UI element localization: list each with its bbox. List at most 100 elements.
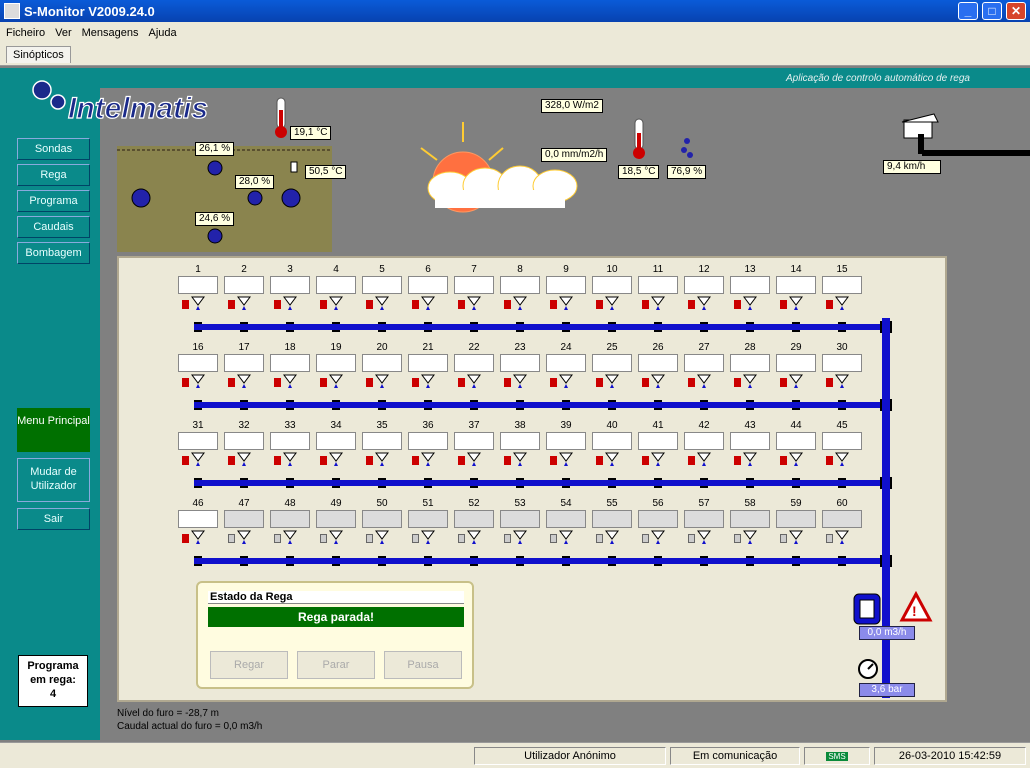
valve-icon[interactable] <box>743 296 757 310</box>
valve-icon[interactable] <box>467 374 481 388</box>
tab-sinopticos[interactable]: Sinópticos <box>6 46 71 63</box>
valve-icon[interactable] <box>283 296 297 310</box>
valve-icon[interactable] <box>743 452 757 466</box>
close-button[interactable]: ✕ <box>1006 2 1026 20</box>
sector-box[interactable] <box>822 276 862 294</box>
sector-box[interactable] <box>270 276 310 294</box>
sector-box[interactable] <box>500 510 540 528</box>
valve-icon[interactable] <box>237 296 251 310</box>
sidebar-item-sondas[interactable]: Sondas <box>17 138 90 160</box>
valve-icon[interactable] <box>651 452 665 466</box>
sector-box[interactable] <box>546 432 586 450</box>
sair-button[interactable]: Sair <box>17 508 90 530</box>
sector-box[interactable] <box>592 276 632 294</box>
minimize-button[interactable]: _ <box>958 2 978 20</box>
menu-ajuda[interactable]: Ajuda <box>149 27 177 39</box>
sector-box[interactable] <box>178 276 218 294</box>
valve-icon[interactable] <box>559 374 573 388</box>
valve-icon[interactable] <box>697 374 711 388</box>
menu-mensagens[interactable]: Mensagens <box>82 27 139 39</box>
valve-icon[interactable] <box>329 374 343 388</box>
valve-icon[interactable] <box>467 530 481 544</box>
valve-icon[interactable] <box>421 530 435 544</box>
valve-icon[interactable] <box>421 374 435 388</box>
sector-box[interactable] <box>316 510 356 528</box>
valve-icon[interactable] <box>835 530 849 544</box>
sector-box[interactable] <box>776 276 816 294</box>
valve-icon[interactable] <box>559 452 573 466</box>
sector-box[interactable] <box>408 510 448 528</box>
menu-ficheiro[interactable]: Ficheiro <box>6 27 45 39</box>
sector-box[interactable] <box>408 276 448 294</box>
valve-icon[interactable] <box>191 374 205 388</box>
valve-icon[interactable] <box>651 296 665 310</box>
valve-icon[interactable] <box>375 452 389 466</box>
sector-box[interactable] <box>776 510 816 528</box>
sector-box[interactable] <box>730 276 770 294</box>
sector-box[interactable] <box>362 354 402 372</box>
sector-box[interactable] <box>408 432 448 450</box>
sector-box[interactable] <box>638 432 678 450</box>
valve-icon[interactable] <box>513 452 527 466</box>
sector-box[interactable] <box>592 432 632 450</box>
sector-box[interactable] <box>270 354 310 372</box>
valve-icon[interactable] <box>835 296 849 310</box>
mudar-utilizador-button[interactable]: Mudar de Utilizador <box>17 458 90 502</box>
valve-icon[interactable] <box>743 374 757 388</box>
sector-box[interactable] <box>362 276 402 294</box>
sector-box[interactable] <box>362 432 402 450</box>
sector-box[interactable] <box>454 354 494 372</box>
valve-icon[interactable] <box>237 374 251 388</box>
sidebar-item-bombagem[interactable]: Bombagem <box>17 242 90 264</box>
valve-icon[interactable] <box>651 374 665 388</box>
valve-icon[interactable] <box>743 530 757 544</box>
valve-icon[interactable] <box>467 296 481 310</box>
valve-icon[interactable] <box>789 530 803 544</box>
sector-box[interactable] <box>592 354 632 372</box>
valve-icon[interactable] <box>651 530 665 544</box>
sector-box[interactable] <box>454 432 494 450</box>
valve-icon[interactable] <box>467 452 481 466</box>
sector-box[interactable] <box>638 354 678 372</box>
sidebar-item-caudais[interactable]: Caudais <box>17 216 90 238</box>
valve-icon[interactable] <box>605 452 619 466</box>
valve-icon[interactable] <box>559 530 573 544</box>
sector-box[interactable] <box>822 432 862 450</box>
valve-icon[interactable] <box>421 296 435 310</box>
valve-icon[interactable] <box>283 452 297 466</box>
pausa-button[interactable]: Pausa <box>384 651 462 679</box>
valve-icon[interactable] <box>697 296 711 310</box>
sector-box[interactable] <box>684 432 724 450</box>
sector-box[interactable] <box>546 276 586 294</box>
sector-box[interactable] <box>408 354 448 372</box>
sector-box[interactable] <box>730 354 770 372</box>
sector-box[interactable] <box>178 432 218 450</box>
valve-icon[interactable] <box>513 530 527 544</box>
sector-box[interactable] <box>500 276 540 294</box>
sector-box[interactable] <box>730 432 770 450</box>
valve-icon[interactable] <box>605 530 619 544</box>
sector-box[interactable] <box>224 276 264 294</box>
sector-box[interactable] <box>316 354 356 372</box>
sector-box[interactable] <box>592 510 632 528</box>
sidebar-item-rega[interactable]: Rega <box>17 164 90 186</box>
valve-icon[interactable] <box>789 452 803 466</box>
sector-box[interactable] <box>684 354 724 372</box>
valve-icon[interactable] <box>513 374 527 388</box>
valve-icon[interactable] <box>605 374 619 388</box>
valve-icon[interactable] <box>237 452 251 466</box>
valve-icon[interactable] <box>513 296 527 310</box>
valve-icon[interactable] <box>559 296 573 310</box>
valve-icon[interactable] <box>375 530 389 544</box>
sector-box[interactable] <box>316 276 356 294</box>
valve-icon[interactable] <box>789 296 803 310</box>
maximize-button[interactable]: □ <box>982 2 1002 20</box>
valve-icon[interactable] <box>835 374 849 388</box>
sector-box[interactable] <box>178 354 218 372</box>
sector-box[interactable] <box>500 432 540 450</box>
sector-box[interactable] <box>822 354 862 372</box>
valve-icon[interactable] <box>605 296 619 310</box>
valve-icon[interactable] <box>329 296 343 310</box>
sector-box[interactable] <box>224 432 264 450</box>
valve-icon[interactable] <box>697 452 711 466</box>
